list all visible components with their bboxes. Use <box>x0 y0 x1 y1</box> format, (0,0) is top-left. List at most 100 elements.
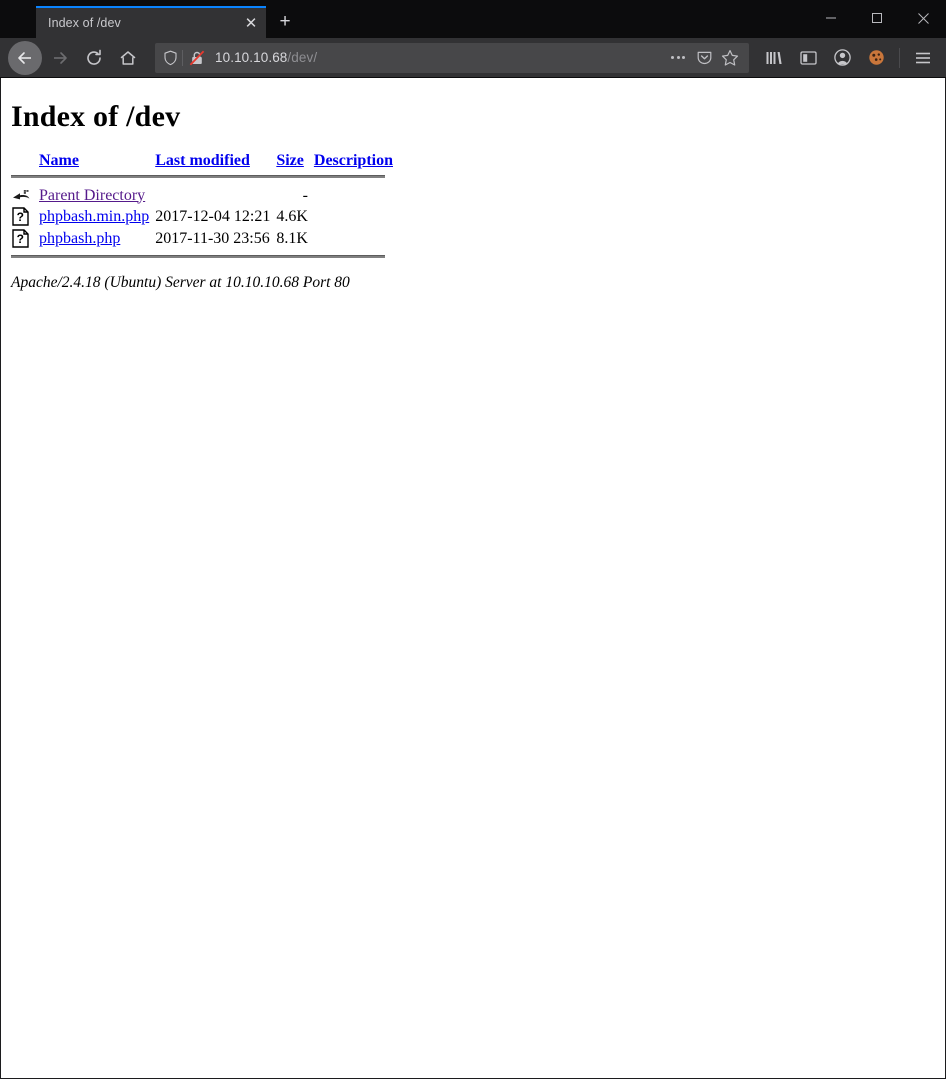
pocket-icon <box>697 51 711 65</box>
pocket-button[interactable] <box>691 45 717 71</box>
sort-by-description-link[interactable]: Description <box>314 152 393 169</box>
table-body: Parent Directory - ? phpbash.min.php 201… <box>11 185 399 265</box>
urlbar-container: 10.10.10.68/dev/ <box>155 42 749 73</box>
page-actions-icon <box>671 56 685 59</box>
server-signature: Apache/2.4.18 (Ubuntu) Server at 10.10.1… <box>11 274 350 291</box>
sort-by-size-link[interactable]: Size <box>276 152 304 169</box>
navigation-toolbar: 10.10.10.68/dev/ <box>0 38 946 78</box>
toolbar-right-group <box>757 43 940 73</box>
file-link-parent-directory[interactable]: Parent Directory <box>39 187 145 204</box>
row-size-cell: 8.1K <box>276 230 308 247</box>
hamburger-menu-button[interactable] <box>907 43 939 73</box>
home-button[interactable] <box>112 43 144 73</box>
forward-arrow-icon <box>54 51 67 64</box>
table-head: Name Last modified Size Description <box>11 152 399 185</box>
row-description-cell <box>314 206 399 228</box>
page-title: Index of /dev <box>11 100 181 133</box>
table-row[interactable]: ? phpbash.php 2017-11-30 23:56 8.1K <box>11 228 399 250</box>
sidebars-icon <box>799 50 817 65</box>
table-row[interactable]: ? phpbash.min.php 2017-12-04 12:21 4.6K <box>11 206 399 228</box>
tab-bar: Index of /dev ✕ + <box>0 0 946 38</box>
identity-box[interactable] <box>163 49 209 66</box>
url-actions <box>665 45 743 71</box>
column-header-description: Description <box>314 152 399 170</box>
url-host: 10.10.10.68 <box>215 50 288 65</box>
account-icon <box>833 49 851 66</box>
file-link-phpbash-php[interactable]: phpbash.php <box>39 230 120 247</box>
parent-directory-icon <box>13 190 30 200</box>
row-icon-cell <box>11 185 39 206</box>
sort-by-name-link[interactable]: Name <box>39 152 79 169</box>
file-link-phpbash-min-php[interactable]: phpbash.min.php <box>39 208 149 225</box>
identity-separator <box>182 49 183 66</box>
sidebars-button[interactable] <box>792 43 824 73</box>
svg-text:?: ? <box>17 210 24 224</box>
row-description-cell <box>314 228 399 250</box>
row-name-cell: phpbash.php <box>39 228 155 250</box>
column-header-size: Size <box>276 152 314 170</box>
account-button[interactable] <box>826 43 858 73</box>
bookmark-star-icon <box>721 49 739 66</box>
directory-listing-table: Name Last modified Size Description Pare… <box>11 152 399 265</box>
svg-text:?: ? <box>17 232 24 246</box>
maximize-icon <box>872 13 882 23</box>
window-maximize-button[interactable] <box>854 0 900 36</box>
row-name-cell: Parent Directory <box>39 185 155 206</box>
table-rule-bottom-cell <box>11 250 399 265</box>
library-button[interactable] <box>758 43 790 73</box>
row-icon-cell: ? <box>11 206 39 228</box>
table-rule-top-row <box>11 170 399 185</box>
row-name-cell: phpbash.min.php <box>39 206 155 228</box>
close-icon <box>917 12 929 24</box>
apache-directory-index: Index of /dev Name Last modified Size De… <box>1 78 945 300</box>
url-path: /dev/ <box>287 50 318 65</box>
row-icon-cell: ? <box>11 228 39 250</box>
header-icon-column <box>11 152 39 170</box>
table-row[interactable]: Parent Directory - <box>11 185 399 206</box>
new-tab-button[interactable]: + <box>268 6 302 38</box>
unknown-file-icon: ? <box>12 207 29 226</box>
table-rule-bottom-row <box>11 250 399 265</box>
reload-icon <box>87 49 101 65</box>
row-size-cell: - <box>302 186 308 204</box>
minimize-icon <box>826 17 836 19</box>
table-rule-top-cell <box>11 170 399 185</box>
bookmark-button[interactable] <box>717 45 743 71</box>
container-cookie-icon <box>868 50 884 65</box>
back-button[interactable] <box>8 40 42 75</box>
container-cookie-button[interactable] <box>860 43 892 73</box>
window-controls <box>808 0 946 36</box>
window-minimize-button[interactable] <box>808 0 854 36</box>
browser-window: Index of /dev ✕ + 10.10.10.68/dev/ Index… <box>0 0 946 1079</box>
shield-icon <box>164 50 177 65</box>
row-modified-cell: 2017-12-04 12:21 <box>155 208 271 225</box>
url-bar[interactable]: 10.10.10.68/dev/ <box>155 42 749 73</box>
lock-crossed-icon <box>189 50 205 65</box>
tab-title: Index of /dev <box>48 16 121 30</box>
back-arrow-icon <box>18 51 31 64</box>
unknown-file-icon: ? <box>12 229 29 248</box>
tab-strip: Index of /dev ✕ + <box>0 0 302 38</box>
window-close-button[interactable] <box>900 0 946 36</box>
column-header-name: Name <box>39 152 155 170</box>
browser-tab-active[interactable]: Index of /dev ✕ <box>36 6 266 38</box>
hamburger-menu-icon <box>916 52 930 63</box>
forward-button[interactable] <box>44 43 76 73</box>
sort-by-modified-link[interactable]: Last modified <box>155 152 250 169</box>
horizontal-rule-top <box>11 175 385 178</box>
column-header-modified: Last modified <box>155 152 276 170</box>
content-area: Index of /dev Name Last modified Size De… <box>0 78 946 1079</box>
row-modified-cell <box>155 185 276 206</box>
url-text[interactable]: 10.10.10.68/dev/ <box>209 50 665 65</box>
page-actions-button[interactable] <box>665 45 691 71</box>
row-size-cell: 4.6K <box>276 208 308 225</box>
home-icon <box>120 50 136 65</box>
tab-close-icon[interactable]: ✕ <box>240 12 262 34</box>
row-description-cell <box>314 185 399 206</box>
row-modified-cell: 2017-11-30 23:56 <box>155 230 270 247</box>
horizontal-rule-bottom <box>11 255 385 258</box>
library-icon <box>766 51 782 64</box>
reload-button[interactable] <box>78 43 110 73</box>
table-header-row: Name Last modified Size Description <box>11 152 399 170</box>
toolbar-separator <box>899 47 900 68</box>
